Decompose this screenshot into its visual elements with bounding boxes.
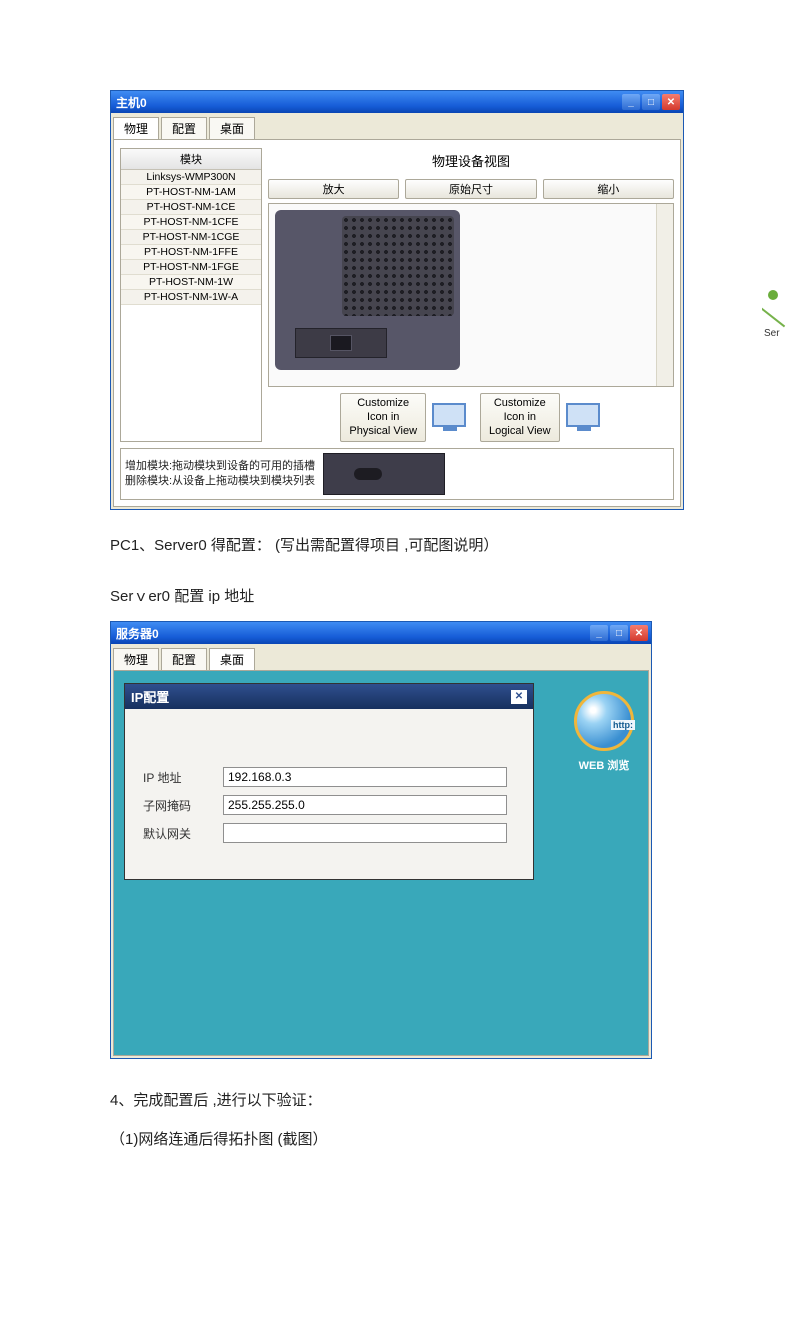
desktop-area: IP配置 ✕ IP 地址 子网掩码 默认网关 <box>114 671 648 1055</box>
doc-text-line: 4、完成配置后 ,进行以下验证： <box>110 1087 690 1116</box>
tab-config[interactable]: 配置 <box>161 648 207 670</box>
tab-desktop[interactable]: 桌面 <box>209 117 255 139</box>
close-button[interactable]: ✕ <box>630 625 648 641</box>
server-label-fragment: Ser <box>764 328 780 339</box>
gateway-label: 默认网关 <box>143 825 223 842</box>
zoom-in-button[interactable]: 放大 <box>268 179 399 199</box>
physical-view-title: 物理设备视图 <box>268 148 674 175</box>
module-item[interactable]: PT-HOST-NM-1CE <box>121 200 261 215</box>
device-chassis[interactable] <box>275 210 460 370</box>
tab-desktop[interactable]: 桌面 <box>209 648 255 670</box>
module-item[interactable]: PT-HOST-NM-1CFE <box>121 215 261 230</box>
minimize-button[interactable]: _ <box>622 94 640 110</box>
web-browser-shortcut[interactable]: WEB 浏览 <box>574 691 634 773</box>
module-item[interactable]: PT-HOST-NM-1CGE <box>121 230 261 245</box>
vertical-scrollbar[interactable] <box>656 204 673 386</box>
port-icon <box>330 335 352 351</box>
titlebar[interactable]: 主机0 _ □ ✕ <box>111 91 683 113</box>
window-title: 服务器0 <box>116 625 159 642</box>
ip-config-titlebar[interactable]: IP配置 ✕ <box>125 684 533 709</box>
maximize-button[interactable]: □ <box>642 94 660 110</box>
info-del-text: 删除模块:从设备上拖动模块到模块列表 <box>125 474 315 489</box>
window-title: 主机0 <box>116 94 147 111</box>
module-preview[interactable] <box>323 453 445 495</box>
doc-text-line: Serｖer0 配置 ip 地址 <box>110 583 690 612</box>
tabbar: 物理 配置 桌面 <box>111 113 683 139</box>
module-item[interactable]: PT-HOST-NM-1W-A <box>121 290 261 305</box>
gateway-input[interactable] <box>223 823 507 843</box>
tabbar: 物理 配置 桌面 <box>111 644 651 670</box>
server0-window: 服务器0 _ □ ✕ 物理 配置 桌面 IP配置 ✕ <box>110 621 652 1059</box>
minimize-button[interactable]: _ <box>590 625 608 641</box>
ip-address-label: IP 地址 <box>143 769 223 786</box>
workspace-fragment: Ser <box>762 262 800 392</box>
computer-icon <box>566 403 602 433</box>
tab-config[interactable]: 配置 <box>161 117 207 139</box>
tab-physical[interactable]: 物理 <box>113 117 159 139</box>
doc-text-line: PC1、Server0 得配置： (写出需配置得项目 ,可配图说明） <box>110 532 690 561</box>
computer-icon <box>432 403 468 433</box>
web-browser-label: WEB 浏览 <box>574 757 634 773</box>
device-panel[interactable] <box>268 203 674 387</box>
zoom-out-button[interactable]: 缩小 <box>543 179 674 199</box>
info-panel: 增加模块:拖动模块到设备的可用的插槽 删除模块:从设备上拖动模块到模块列表 <box>120 448 674 500</box>
subnet-mask-label: 子网掩码 <box>143 797 223 814</box>
ip-config-panel: IP配置 ✕ IP 地址 子网掩码 默认网关 <box>124 683 534 880</box>
subnet-mask-input[interactable] <box>223 795 507 815</box>
titlebar[interactable]: 服务器0 _ □ ✕ <box>111 622 651 644</box>
module-slot[interactable] <box>295 328 387 358</box>
ip-config-title: IP配置 <box>131 687 169 706</box>
close-icon[interactable]: ✕ <box>511 690 527 704</box>
customize-physical-button[interactable]: Customize Icon in Physical View <box>340 393 426 442</box>
host0-window: 主机0 _ □ ✕ 物理 配置 桌面 模块 Linksys-WMP300N PT… <box>110 90 684 510</box>
module-header: 模块 <box>121 149 261 170</box>
module-item[interactable]: PT-HOST-NM-1W <box>121 275 261 290</box>
fan-grill-icon <box>342 216 454 316</box>
module-item[interactable]: Linksys-WMP300N <box>121 170 261 185</box>
close-button[interactable]: ✕ <box>662 94 680 110</box>
module-item[interactable]: PT-HOST-NM-1AM <box>121 185 261 200</box>
module-list: 模块 Linksys-WMP300N PT-HOST-NM-1AM PT-HOS… <box>120 148 262 442</box>
tab-physical[interactable]: 物理 <box>113 648 159 670</box>
customize-logical-button[interactable]: Customize Icon in Logical View <box>480 393 560 442</box>
info-add-text: 增加模块:拖动模块到设备的可用的插槽 <box>125 459 315 474</box>
globe-icon <box>574 691 634 751</box>
zoom-original-button[interactable]: 原始尺寸 <box>405 179 536 199</box>
doc-text-line: （1)网络连通后得拓扑图 (截图） <box>110 1126 690 1155</box>
module-item[interactable]: PT-HOST-NM-1FFE <box>121 245 261 260</box>
ip-address-input[interactable] <box>223 767 507 787</box>
module-item[interactable]: PT-HOST-NM-1FGE <box>121 260 261 275</box>
maximize-button[interactable]: □ <box>610 625 628 641</box>
